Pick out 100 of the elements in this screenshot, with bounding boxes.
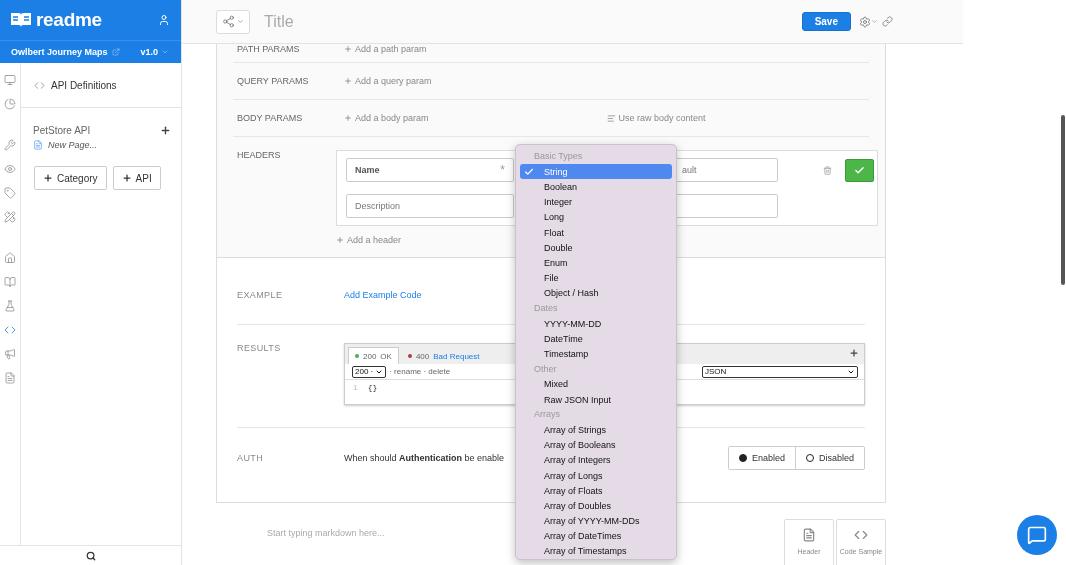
- home-icon[interactable]: [4, 252, 16, 264]
- check-icon: [524, 166, 534, 177]
- add-icon[interactable]: [160, 125, 171, 136]
- project-link[interactable]: Owlbert Journey Maps: [11, 47, 120, 57]
- add-icon[interactable]: [849, 348, 859, 358]
- chat-button[interactable]: [1017, 515, 1057, 555]
- megaphone-icon[interactable]: [4, 348, 16, 360]
- document-icon: [802, 528, 816, 542]
- plus-icon: [336, 236, 344, 244]
- name-field[interactable]: Name *: [346, 158, 514, 182]
- code-icon: [34, 79, 45, 91]
- menu-item[interactable]: Array of Integers: [520, 452, 672, 468]
- caret-icon: [237, 18, 244, 25]
- book-icon[interactable]: [4, 276, 16, 288]
- delete-icon[interactable]: [823, 165, 832, 175]
- menu-item[interactable]: YYYY-MM-DD: [520, 316, 672, 332]
- plus-icon: [43, 173, 53, 183]
- menu-item[interactable]: Mixed: [520, 376, 672, 392]
- wrench-icon[interactable]: [4, 139, 16, 151]
- description-field[interactable]: Description: [346, 194, 514, 218]
- add-example-link[interactable]: Add Example Code: [344, 290, 422, 300]
- menu-item[interactable]: DateTime: [520, 331, 672, 347]
- example-label: EXAMPLE: [237, 290, 284, 300]
- menu-item[interactable]: Array of Strings: [520, 422, 672, 438]
- version-dropdown[interactable]: v1.0: [140, 47, 169, 57]
- menu-group-title: Arrays: [533, 408, 561, 422]
- add-button[interactable]: API: [112, 166, 161, 190]
- menu-item[interactable]: Array of DateTimes: [520, 528, 672, 544]
- menu-item[interactable]: Array of Longs: [520, 467, 672, 484]
- plus-icon: [121, 173, 132, 183]
- brand-name: readme: [36, 9, 102, 31]
- param-label: PATH PARAMS: [237, 44, 301, 54]
- tag-icon[interactable]: [4, 187, 16, 199]
- external-link-icon: [111, 48, 120, 56]
- plus-icon: [344, 114, 352, 122]
- menu-item[interactable]: Integer: [520, 194, 672, 210]
- caret-icon: [871, 18, 878, 25]
- code-text: {}: [367, 383, 378, 394]
- param-label: BODY PARAMS: [237, 113, 304, 123]
- ruler-pencil-icon[interactable]: [4, 211, 16, 223]
- settings-icon[interactable]: [859, 15, 878, 28]
- menu-group-title: Basic Types: [533, 150, 584, 163]
- plus-icon: [344, 45, 352, 53]
- lines-icon: [606, 113, 616, 123]
- menu-item[interactable]: Object / Hash: [520, 285, 672, 301]
- pie-chart-icon[interactable]: [4, 98, 16, 110]
- book-logo-icon: [10, 12, 32, 28]
- format-select[interactable]: JSON: [702, 365, 858, 378]
- response-tab[interactable]: 200 OK: [348, 347, 399, 364]
- file-icon[interactable]: [4, 372, 16, 384]
- scrollbar[interactable]: [1061, 115, 1065, 285]
- menu-item[interactable]: Timestamp: [520, 346, 672, 362]
- confirm-button[interactable]: [845, 158, 874, 182]
- api-name[interactable]: PetStore API: [33, 125, 91, 136]
- user-icon[interactable]: [158, 14, 170, 26]
- check-icon: [854, 164, 865, 176]
- eye-icon[interactable]: [4, 163, 16, 175]
- add-param-link[interactable]: Add a query param: [344, 76, 615, 86]
- param-label: QUERY PARAMS: [237, 76, 310, 86]
- add-button[interactable]: Category: [34, 166, 107, 190]
- file-icon: [33, 140, 43, 150]
- nav-section-title[interactable]: API Definitions: [51, 79, 117, 91]
- menu-item[interactable]: Long: [520, 209, 672, 225]
- line-number: 1: [353, 383, 358, 394]
- code-icon: [854, 528, 868, 542]
- menu-group-title: Other: [533, 362, 558, 376]
- menu-item[interactable]: Array of Doubles: [520, 498, 672, 514]
- menu-group-title: Dates: [533, 301, 559, 315]
- menu-item[interactable]: Boolean: [520, 179, 672, 195]
- results-label: RESULTS: [237, 343, 282, 355]
- share-button[interactable]: [216, 9, 250, 34]
- menu-item[interactable]: Array of Booleans: [520, 437, 672, 453]
- auth-option[interactable]: Disabled: [794, 447, 864, 469]
- menu-item[interactable]: Array of Floats: [520, 483, 672, 499]
- code-icon[interactable]: [4, 324, 16, 336]
- response-tab[interactable]: 400 Bad Request: [400, 347, 487, 364]
- menu-item[interactable]: File: [520, 270, 672, 286]
- flask-icon[interactable]: [4, 300, 16, 312]
- status-select[interactable]: 200 ·: [352, 365, 387, 378]
- auth-label: AUTH: [237, 453, 265, 463]
- save-button[interactable]: Save: [801, 12, 851, 31]
- chat-icon: [1027, 525, 1047, 545]
- gear-icon: [859, 15, 871, 28]
- caret-icon: [161, 48, 169, 56]
- headers-label: HEADERS: [237, 150, 282, 160]
- search-icon[interactable]: [85, 550, 96, 561]
- menu-item[interactable]: Raw JSON Input: [520, 392, 672, 408]
- plus-icon: [344, 77, 352, 85]
- add-param-link[interactable]: Add a body param: [344, 113, 607, 123]
- menu-item[interactable]: Enum: [520, 255, 672, 271]
- raw-body-link[interactable]: Use raw body content: [606, 113, 869, 123]
- add-param-link[interactable]: Add a path param: [344, 44, 615, 54]
- menu-item[interactable]: Array of YYYY-MM-DDs: [520, 513, 672, 529]
- new-page-link[interactable]: New Page...: [21, 136, 181, 150]
- menu-item[interactable]: Array of Timestamps: [520, 543, 672, 560]
- share-icon: [222, 15, 235, 28]
- link-icon[interactable]: [882, 16, 893, 27]
- monitor-icon[interactable]: [4, 74, 16, 86]
- required-mark: *: [500, 163, 505, 177]
- auth-question: When should Authentication be enable: [344, 453, 505, 463]
